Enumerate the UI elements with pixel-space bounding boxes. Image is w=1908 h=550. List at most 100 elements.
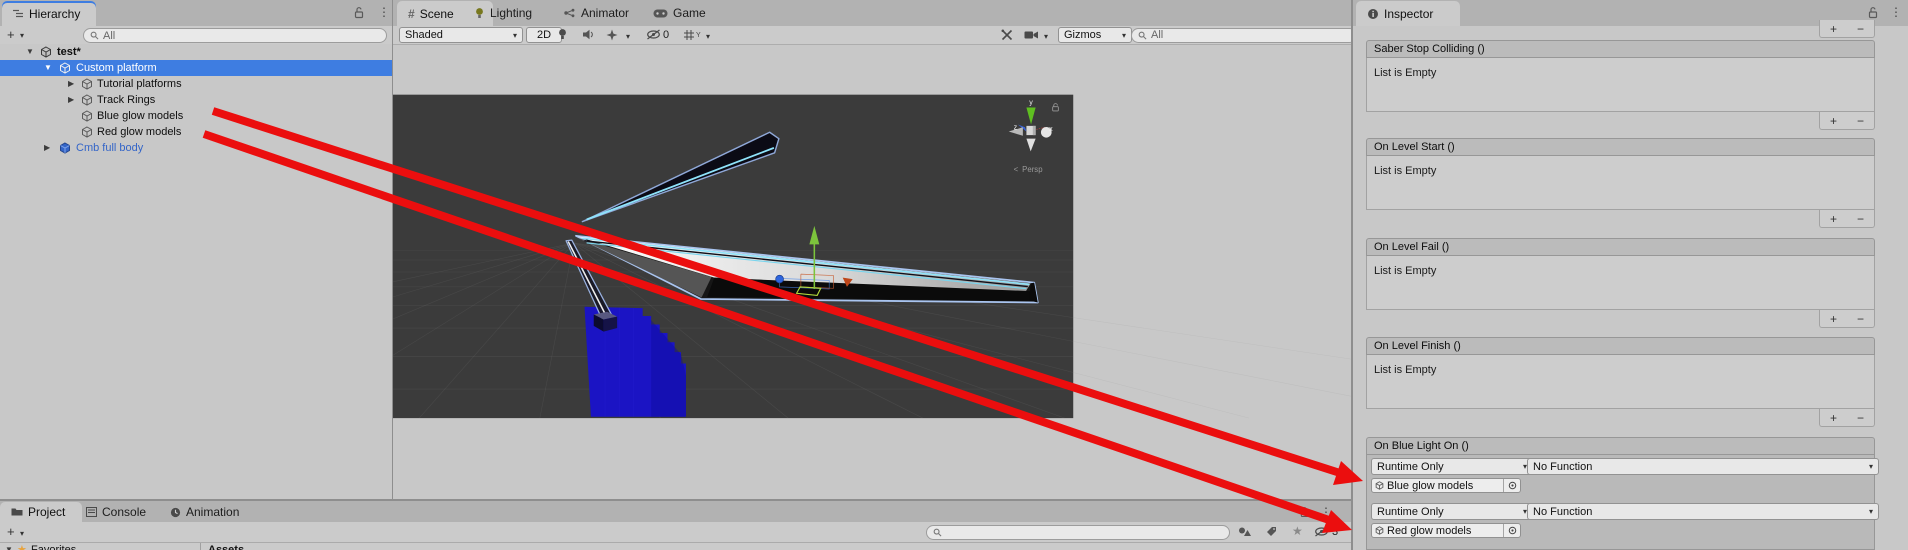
tab-project[interactable]: Project — [0, 502, 82, 522]
disclosure-closed-icon[interactable]: ▶ — [68, 79, 74, 88]
add-listener-button[interactable]: + — [1830, 115, 1837, 127]
favorites-label[interactable]: Favorites — [31, 544, 76, 550]
event-header[interactable]: On Blue Light On () — [1366, 437, 1875, 455]
project-add-caret-icon[interactable]: ▾ — [20, 529, 24, 538]
search-by-type-icon[interactable] — [1238, 526, 1251, 537]
gizmos-dropdown[interactable]: Gizmos ▾ — [1058, 27, 1132, 43]
add-listener-button[interactable]: + — [1830, 313, 1837, 325]
scene-camera-icon[interactable] — [1024, 30, 1039, 40]
scene-grid-caret-icon[interactable]: ▾ — [706, 32, 710, 41]
project-menu-icon[interactable]: ⋮ — [1320, 505, 1332, 519]
listener-function-dropdown[interactable]: No Function ▾ — [1527, 503, 1879, 520]
disclosure-closed-icon[interactable]: ▶ — [44, 143, 50, 152]
listener-target-field-blue-glow-models[interactable]: Blue glow models — [1371, 478, 1521, 493]
scene-effects-icon[interactable] — [606, 29, 618, 41]
hierarchy-menu-icon[interactable]: ⋮ — [378, 5, 390, 19]
tab-animator[interactable]: Animator — [563, 0, 629, 26]
hierarchy-add-button[interactable]: + — [7, 27, 15, 42]
tab-console-label: Console — [102, 505, 147, 519]
event-header[interactable]: Saber Stop Colliding () — [1366, 40, 1875, 58]
scene-hidden-objects-icon[interactable] — [646, 29, 661, 40]
add-listener-button[interactable]: + — [1830, 412, 1837, 424]
scene-audio-toggle-icon[interactable] — [582, 29, 594, 40]
tab-game[interactable]: Game — [653, 0, 706, 26]
divider[interactable] — [0, 499, 1352, 501]
event-list-buttons: + − — [1819, 112, 1875, 130]
hierarchy-lock-icon[interactable] — [354, 6, 364, 19]
add-listener-button[interactable]: + — [1830, 23, 1837, 35]
hierarchy-row-scene[interactable]: ▼ test* — [0, 44, 393, 60]
blue-sphere-note[interactable] — [775, 274, 784, 284]
listener-mode-label: Runtime Only — [1377, 505, 1444, 518]
tab-animation-label: Animation — [186, 505, 240, 519]
console-icon — [86, 507, 97, 517]
tab-game-label: Game — [673, 6, 706, 20]
listener-function-label: No Function — [1533, 460, 1593, 473]
remove-listener-button[interactable]: − — [1857, 115, 1864, 127]
hierarchy-row-cmb-full-body[interactable]: ▶ Cmb full body — [0, 140, 393, 156]
gameobject-cube-icon — [1375, 526, 1384, 535]
tab-lighting[interactable]: Lighting — [474, 0, 532, 26]
scene-lighting-toggle-icon[interactable] — [557, 28, 568, 40]
tab-hierarchy[interactable]: Hierarchy — [2, 1, 96, 26]
assets-breadcrumb[interactable]: Assets — [208, 544, 244, 550]
persp-label[interactable]: Persp — [1022, 165, 1043, 174]
scene-search-input[interactable]: All — [1131, 27, 1357, 43]
disclosure-open-icon[interactable]: ▼ — [44, 63, 52, 72]
scene-camera-caret-icon[interactable]: ▾ — [1044, 32, 1048, 41]
remove-listener-button[interactable]: − — [1857, 213, 1864, 225]
shading-mode-dropdown[interactable]: Shaded ▾ — [399, 27, 523, 43]
gameobject-cube-icon — [59, 62, 71, 74]
scene-tools-icon[interactable] — [1001, 29, 1013, 41]
listener-target-field-red-glow-models[interactable]: Red glow models — [1371, 523, 1521, 538]
event-list-buttons: + − — [1819, 310, 1875, 328]
remove-listener-button[interactable]: − — [1857, 313, 1864, 325]
hierarchy-row-red-glow-models[interactable]: Red glow models — [0, 124, 393, 140]
hierarchy-row-custom-platform[interactable]: ▼ Custom platform — [0, 60, 393, 76]
listener-mode-dropdown[interactable]: Runtime Only ▾ — [1371, 503, 1533, 520]
event-name: Saber Stop Colliding () — [1374, 43, 1485, 55]
event-header[interactable]: On Level Fail () — [1366, 238, 1875, 256]
disclosure-open-icon[interactable]: ▼ — [26, 47, 34, 56]
project-hidden-objects-icon[interactable] — [1314, 526, 1329, 537]
listener-function-dropdown[interactable]: No Function ▾ — [1527, 458, 1879, 475]
project-toolbar: + ▾ ★ 3 — [0, 522, 1352, 543]
scene-search-text: All — [1151, 29, 1164, 41]
tab-animation[interactable]: Animation — [170, 502, 239, 522]
hierarchy-row-blue-glow-models[interactable]: Blue glow models — [0, 108, 393, 124]
project-add-button[interactable]: + — [7, 524, 15, 539]
project-lock-icon[interactable] — [1300, 506, 1309, 518]
search-icon — [1138, 31, 1147, 39]
favorites-star-icon: ★ — [17, 544, 27, 550]
event-header[interactable]: On Level Start () — [1366, 138, 1875, 156]
persp-toggle-icon[interactable]: < — [1014, 165, 1019, 174]
tab-inspector[interactable]: Inspector — [1356, 1, 1460, 26]
tab-console[interactable]: Console — [86, 502, 146, 522]
hierarchy-add-caret-icon[interactable]: ▾ — [20, 31, 24, 40]
hierarchy-search-input[interactable]: All — [83, 28, 387, 43]
inspector-menu-icon[interactable]: ⋮ — [1890, 5, 1902, 19]
add-listener-button[interactable]: + — [1830, 213, 1837, 225]
hierarchy-row-track-rings[interactable]: ▶ Track Rings — [0, 92, 393, 108]
scene-effects-caret-icon[interactable]: ▾ — [626, 32, 630, 41]
remove-listener-button[interactable]: − — [1857, 23, 1864, 35]
gameobject-cube-icon — [81, 94, 93, 106]
divider[interactable] — [1351, 0, 1353, 550]
project-search-input[interactable] — [926, 525, 1230, 540]
favorites-disclosure-icon[interactable]: ▼ — [5, 545, 13, 550]
search-by-label-icon[interactable] — [1266, 526, 1277, 537]
event-header[interactable]: On Level Finish () — [1366, 337, 1875, 355]
inspector-lock-icon[interactable] — [1868, 6, 1878, 19]
favorites-star-icon[interactable]: ★ — [1292, 524, 1303, 538]
divider[interactable] — [392, 0, 393, 500]
disclosure-closed-icon[interactable]: ▶ — [68, 95, 74, 104]
remove-listener-button[interactable]: − — [1857, 412, 1864, 424]
hierarchy-row-tutorial-platforms[interactable]: ▶ Tutorial platforms — [0, 76, 393, 92]
scene-grid-toggle-icon[interactable] — [683, 29, 695, 41]
object-picker-icon[interactable] — [1503, 524, 1520, 537]
listener-mode-dropdown[interactable]: Runtime Only ▾ — [1371, 458, 1533, 475]
object-picker-icon[interactable] — [1503, 479, 1520, 492]
listener-function-label: No Function — [1533, 505, 1593, 518]
axis-y-label: y — [1029, 99, 1033, 107]
scene-viewport[interactable]: y z x < Persp — [393, 44, 1352, 500]
